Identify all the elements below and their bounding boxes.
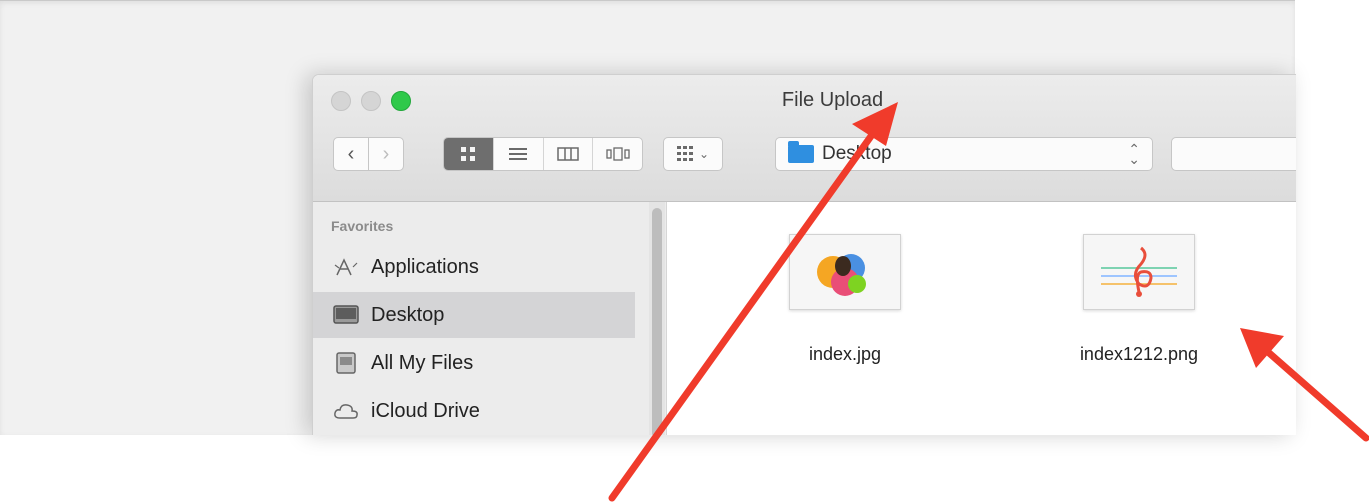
arrow-to-file: [1240, 328, 1369, 442]
annotation-arrows: [608, 102, 1369, 502]
arrow-to-title: [608, 102, 898, 502]
